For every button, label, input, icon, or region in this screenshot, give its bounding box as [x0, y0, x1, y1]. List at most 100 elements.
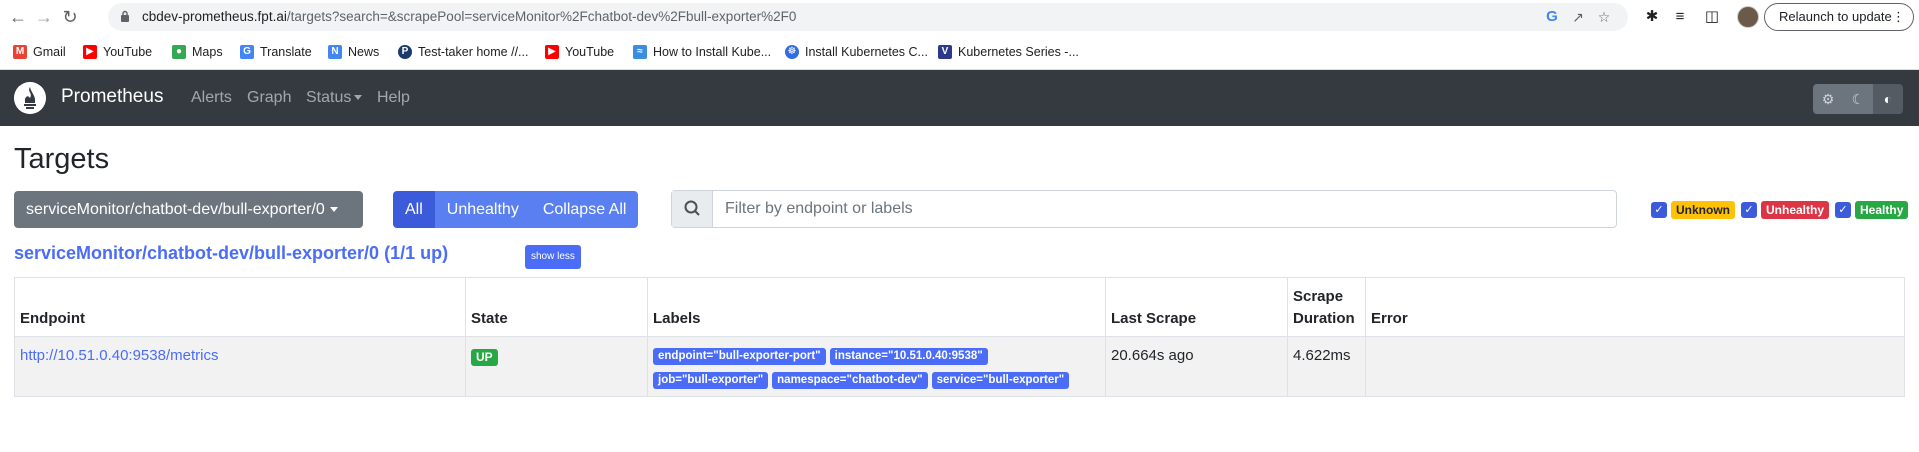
url-path: /targets?search=&scrapePool=serviceMonit…: [286, 9, 797, 24]
labels-list: endpoint="bull-exporter-port" instance="…: [653, 348, 1093, 396]
header-state: State: [465, 277, 648, 337]
bookmark-youtube[interactable]: ▶ YouTube: [83, 43, 152, 61]
bookmark-label: News: [348, 45, 380, 59]
unhealthy-checkbox[interactable]: ✓: [1741, 202, 1757, 218]
health-filters: ✓ Unknown ✓ Unhealthy ✓ Healthy: [1651, 201, 1914, 219]
nav-status[interactable]: Status: [306, 89, 363, 107]
gear-icon[interactable]: ⚙: [1813, 84, 1843, 114]
bookmark-kubernetes-series[interactable]: V Kubernetes Series -...: [938, 43, 1079, 61]
bookmark-label: Install Kubernetes C...: [805, 45, 928, 59]
url-host: cbdev-prometheus.fpt.ai: [142, 9, 287, 24]
bookmark-install-kubernetes[interactable]: ☸ Install Kubernetes C...: [785, 43, 928, 61]
healthy-checkbox[interactable]: ✓: [1835, 202, 1852, 218]
forward-arrow-icon[interactable]: →: [32, 5, 56, 29]
labels-cell: endpoint="bull-exporter-port" instance="…: [647, 336, 1106, 397]
extensions-icon[interactable]: ✱: [1640, 5, 1664, 29]
nav-alerts[interactable]: Alerts: [191, 89, 232, 107]
scrape-pool-value: serviceMonitor/chatbot-dev/bull-exporter…: [26, 201, 325, 218]
bookmark-label: YouTube: [565, 45, 615, 59]
table-row: http://10.51.0.40:9538/metrics UP endpoi…: [14, 336, 1905, 397]
nav-help[interactable]: Help: [377, 89, 410, 107]
vcode-icon: V: [938, 45, 952, 59]
bookmark-label: How to Install Kube...: [653, 45, 772, 59]
error-cell: [1365, 336, 1905, 397]
media-queue-icon[interactable]: ≡: [1668, 5, 1692, 29]
show-less-button[interactable]: show less: [525, 245, 581, 269]
label-badge: endpoint="bull-exporter-port": [653, 348, 826, 365]
contrast-icon[interactable]: ◐: [1873, 84, 1903, 114]
last-scrape-cell: 20.664s ago: [1105, 336, 1288, 397]
scrape-pool-dropdown[interactable]: serviceMonitor/chatbot-dev/bull-exporter…: [14, 191, 363, 228]
label-badge: job="bull-exporter": [653, 372, 769, 389]
header-error: Error: [1365, 277, 1905, 337]
reload-icon[interactable]: ↻: [58, 5, 82, 29]
unknown-checkbox[interactable]: ✓: [1651, 202, 1667, 218]
bookmark-label: Translate: [260, 45, 312, 59]
moon-icon[interactable]: ☾: [1843, 84, 1873, 114]
bookmark-translate[interactable]: G Translate: [240, 43, 312, 61]
unhealthy-badge: Unhealthy: [1761, 201, 1830, 219]
bookmark-label: Gmail: [33, 45, 66, 59]
search-box: [671, 190, 1617, 228]
filter-button-group: All Unhealthy Collapse All: [393, 191, 639, 228]
profile-avatar[interactable]: [1737, 6, 1759, 28]
header-scrape-duration: Scrape Duration: [1287, 277, 1366, 337]
bookmark-news[interactable]: N News: [328, 43, 379, 61]
state-badge: UP: [471, 349, 498, 366]
prometheus-navbar: Prometheus Alerts Graph Status Help ⚙ ☾ …: [0, 70, 1919, 126]
bookmark-label: Test-taker home //...: [418, 45, 529, 59]
kubernetes-icon: ☸: [785, 45, 799, 59]
theme-toggle-group: ⚙ ☾ ◐: [1813, 84, 1903, 114]
unhealthy-button[interactable]: Unhealthy: [434, 191, 531, 228]
bookmark-label: Kubernetes Series -...: [958, 45, 1079, 59]
state-cell: UP: [465, 336, 648, 397]
nav-status-label: Status: [306, 89, 352, 106]
share-icon[interactable]: ↗: [1568, 7, 1588, 27]
nav-graph[interactable]: Graph: [247, 89, 291, 107]
search-input[interactable]: [714, 191, 1614, 227]
bookmark-label: Maps: [192, 45, 223, 59]
search-addon: [672, 191, 713, 227]
header-endpoint: Endpoint: [14, 277, 466, 337]
collapse-all-button[interactable]: Collapse All: [530, 191, 639, 228]
relaunch-label: Relaunch to update: [1779, 9, 1892, 24]
brand-title[interactable]: Prometheus: [61, 86, 163, 108]
scrape-pool-heading[interactable]: serviceMonitor/chatbot-dev/bull-exporter…: [14, 243, 448, 264]
search-icon: [684, 200, 700, 216]
news-icon: N: [328, 45, 342, 59]
relaunch-button[interactable]: Relaunch to update ⋮: [1764, 3, 1914, 31]
header-last-scrape: Last Scrape: [1105, 277, 1288, 337]
prometheus-logo-icon[interactable]: [14, 82, 46, 114]
label-badge: instance="10.51.0.40:9538": [829, 348, 988, 365]
endpoint-cell: http://10.51.0.40:9538/metrics: [14, 336, 466, 397]
label-badge: service="bull-exporter": [931, 372, 1070, 389]
browser-toolbar: ← → ↻ cbdev-prometheus.fpt.ai/targets?se…: [0, 0, 1919, 34]
side-panel-icon[interactable]: ◫: [1700, 5, 1724, 29]
bookmark-maps[interactable]: ● Maps: [172, 43, 223, 61]
bookmark-install-kube[interactable]: ≈ How to Install Kube...: [633, 43, 771, 61]
table-header-row: Endpoint State Labels Last Scrape Scrape…: [14, 277, 1905, 337]
gmail-icon: M: [13, 45, 27, 59]
youtube-icon: ▶: [545, 45, 559, 59]
bookmark-gmail[interactable]: M Gmail: [13, 43, 66, 61]
back-arrow-icon[interactable]: ←: [6, 5, 30, 29]
address-bar[interactable]: cbdev-prometheus.fpt.ai/targets?search=&…: [108, 3, 1628, 31]
chevron-down-icon: [354, 95, 363, 101]
bookmark-test-taker[interactable]: P Test-taker home //...: [398, 43, 528, 61]
maps-icon: ●: [172, 45, 186, 59]
kube-icon: ≈: [633, 45, 647, 59]
translate-icon: G: [240, 45, 254, 59]
chevron-down-icon: [329, 207, 338, 213]
test-taker-icon: P: [398, 45, 412, 59]
lock-icon: [121, 10, 129, 22]
youtube-icon: ▶: [83, 45, 97, 59]
bookmarks-bar: M Gmail ▶ YouTube ● Maps G Translate N News P…: [0, 34, 1919, 70]
targets-table: Endpoint State Labels Last Scrape Scrape…: [14, 277, 1905, 397]
label-badge: namespace="chatbot-dev": [772, 372, 928, 389]
all-button[interactable]: All: [393, 191, 435, 228]
bookmark-star-icon[interactable]: ☆: [1594, 7, 1614, 27]
google-icon[interactable]: G: [1542, 7, 1562, 27]
scrape-duration-cell: 4.622ms: [1287, 336, 1366, 397]
endpoint-link[interactable]: http://10.51.0.40:9538/metrics: [20, 347, 218, 364]
bookmark-youtube-2[interactable]: ▶ YouTube: [545, 43, 614, 61]
